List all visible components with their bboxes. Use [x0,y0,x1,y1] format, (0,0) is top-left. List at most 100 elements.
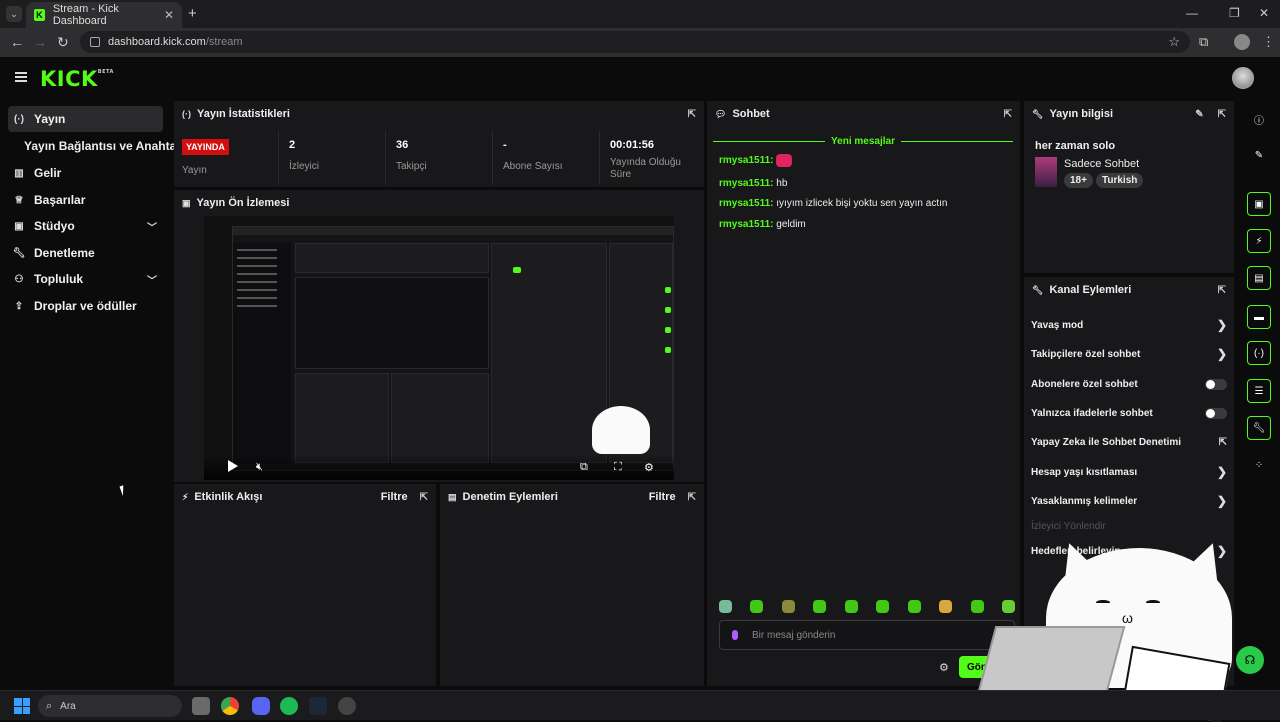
chevron-right-icon: ❯ [1216,494,1227,508]
video-player[interactable]: 🔇︎ ⧉ ⛶ ⚙ [204,216,674,480]
sidebar-item-community[interactable]: ⚇ Topluluk ﹀ [8,266,163,292]
steam-icon[interactable] [309,697,327,715]
sidebar-item-studio[interactable]: ▣ Stüdyo ﹀ [8,213,163,239]
bookmark-star-icon[interactable]: ☆ [1168,34,1180,50]
reload-icon[interactable]: ↻ [57,34,69,51]
forward-icon[interactable]: → [33,34,47,50]
chat-username[interactable]: rmysa1511: [719,178,774,189]
subscribers-only-row: Abonelere özel sohbet [1031,373,1227,395]
emote-icon[interactable] [939,600,953,613]
banned-words-row[interactable]: Yasaklanmış kelimeler ❯ [1031,490,1227,512]
browser-menu-icon[interactable]: ⋮ [1262,34,1275,50]
popout-icon[interactable]: ⇱ [688,109,696,120]
restore-icon[interactable]: ❐ [1229,6,1240,20]
account-age-row[interactable]: Hesap yaşı kısıtlaması ❯ [1031,461,1227,483]
chat-username[interactable]: rmysa1511: [719,219,774,230]
slow-mode-row[interactable]: Yavaş mod ❯ [1031,314,1227,336]
emote-icon[interactable] [844,600,858,613]
video-controls: 🔇︎ ⧉ ⛶ ⚙ [204,454,674,480]
sidebar-item-stream[interactable]: (·) Yayın [8,106,163,132]
sidebar-item-label: Başarılar [34,193,86,207]
emotes-only-toggle[interactable] [1205,407,1227,419]
sidebar-item-moderation[interactable]: 🔧︎ Denetleme [8,240,163,266]
ai-moderation-row[interactable]: Yapay Zeka ile Sohbet Denetimi ⇱ [1031,431,1227,453]
chat-message: rmysa1511: geldim [719,219,806,230]
edit-icon[interactable]: ✎ [1247,143,1271,167]
layout-icon[interactable]: ☰ [1247,379,1271,403]
wrench-icon[interactable]: 🔧︎ [1247,416,1271,440]
url-field[interactable]: dashboard.kick.com/stream ☆ [80,31,1190,53]
sidebar-item-drops[interactable]: ⇪ Droplar ve ödüller [8,293,163,319]
emote-icon[interactable] [970,600,984,613]
close-window-icon[interactable]: ✕ [1259,6,1269,20]
spotify-icon[interactable] [280,697,298,715]
sidebar-item-stream-key[interactable]: Yayın Bağlantısı ve Anahtarı [24,139,184,153]
emote-icon[interactable] [813,600,827,613]
chat-settings-icon[interactable]: ⚙ [939,661,949,674]
browser-tab[interactable]: K Stream - Kick Dashboard ✕ [26,2,182,28]
microphone-icon[interactable] [732,630,738,640]
sidebar-item-revenue[interactable]: ▥ Gelir [8,160,163,186]
followers-only-row[interactable]: Takipçilere özel sohbet ❯ [1031,343,1227,365]
extensions-icon[interactable]: ⧉ [1199,34,1208,50]
minimize-icon[interactable]: — [1186,6,1198,20]
info-icon[interactable]: ⓘ [1247,107,1271,131]
user-avatar[interactable] [1232,67,1254,89]
chat-username[interactable]: rmysa1511: [719,198,774,209]
edit-icon[interactable]: ✎ [1195,109,1203,120]
emote-icon[interactable] [719,600,732,613]
emote-icon[interactable] [907,600,921,613]
uptime-label: Yayında Olduğu Süre [610,157,681,180]
pip-icon[interactable]: ⧉ [580,461,588,474]
emote-icon[interactable] [876,600,890,613]
discord-icon[interactable] [252,697,270,715]
new-tab-icon[interactable]: + [188,5,197,22]
popout-icon[interactable]: ⇱ [1218,109,1226,120]
kick-logo[interactable]: KICKBETA [40,67,114,91]
panel-header: 🔧︎ Yayın bilgisi ✎ ⇱ [1024,101,1234,127]
broadcast-icon[interactable]: (·) [1247,341,1271,365]
obs-icon[interactable] [338,697,356,715]
chat-message-input[interactable]: Bir mesaj gönderin [719,620,1015,650]
popout-icon[interactable]: ⇱ [688,492,696,503]
moderation-actions-panel: ▤ Denetim Eylemleri Filtre ⇱ [440,484,704,686]
emote-icon[interactable] [781,600,795,613]
lightning-icon[interactable]: ⚡︎ [1247,229,1271,253]
stream-preview-icon[interactable]: ▣ [1247,192,1271,216]
chat-icon[interactable]: ▬ [1247,305,1271,329]
file-explorer-icon[interactable] [192,697,210,715]
followers-label: Takipçi [396,161,427,172]
chrome-icon[interactable] [221,697,239,715]
document-icon[interactable]: ▤ [1247,266,1271,290]
filter-button[interactable]: Filtre [381,491,408,503]
panel-header: ▣ Yayın Ön İzlemesi [174,190,704,216]
subscribers-only-toggle[interactable] [1205,378,1227,390]
popout-icon[interactable]: ⇱ [1218,285,1226,296]
browser-profile-avatar[interactable] [1234,34,1250,50]
new-messages-divider: Yeni mesajlar [713,135,1013,147]
filter-button[interactable]: Filtre [649,491,676,503]
play-icon[interactable] [228,460,238,472]
close-tab-icon[interactable]: ✕ [164,8,174,22]
taskbar-search[interactable]: ⌕ Ara [38,695,182,717]
menu-icon[interactable] [15,72,27,82]
support-icon[interactable]: ☊ [1236,646,1264,674]
emote-icon[interactable] [750,600,764,613]
viewers-stat: 2 İzleyici [278,131,385,185]
fullscreen-icon[interactable]: ⛶ [614,461,622,474]
panel-title: Yayın bilgisi [1049,108,1114,120]
popout-icon[interactable]: ⇱ [1004,109,1012,120]
mute-icon[interactable]: 🔇︎ [256,461,263,474]
windows-start-icon[interactable] [14,698,30,714]
shortcuts-icon[interactable]: ⁘ [1247,453,1271,477]
cat-overlay-image [592,406,650,454]
tab-search-icon[interactable]: ⌄ [6,6,22,22]
sidebar-item-achievements[interactable]: ♕ Başarılar [8,187,163,213]
sidebar-item-label: Denetleme [34,246,95,260]
category-name[interactable]: Sadece Sohbet [1064,158,1139,170]
chat-username[interactable]: rmysa1511: [719,155,774,166]
settings-icon[interactable]: ⚙ [644,461,654,474]
popout-icon[interactable]: ⇱ [420,492,428,503]
back-icon[interactable]: ← [10,34,24,50]
site-info-icon[interactable] [90,37,100,47]
